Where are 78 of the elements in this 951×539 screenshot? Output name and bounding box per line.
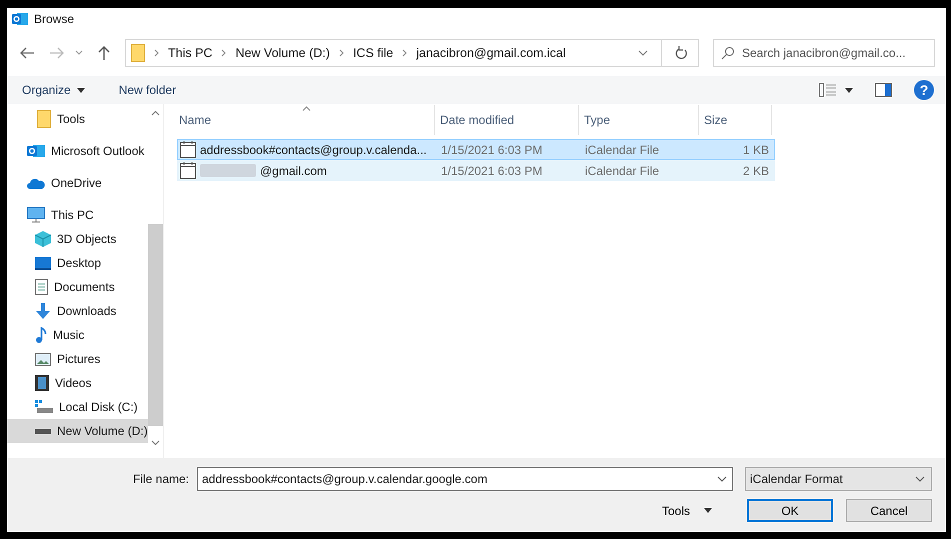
caret-icon[interactable] xyxy=(845,88,853,92)
cube-icon xyxy=(35,231,51,247)
cancel-button[interactable]: Cancel xyxy=(846,499,932,522)
back-arrow-icon[interactable] xyxy=(19,46,35,60)
sidebar-item[interactable]: Music xyxy=(7,323,148,347)
file-name-label: File name: xyxy=(132,472,189,486)
sidebar-item[interactable]: Downloads xyxy=(7,299,148,323)
sidebar-item[interactable]: This PC xyxy=(7,203,148,227)
sidebar-item[interactable]: Videos xyxy=(7,371,148,395)
sidebar-item[interactable]: OneDrive xyxy=(7,171,148,195)
film-icon xyxy=(35,375,49,391)
download-arrow-icon xyxy=(35,303,51,319)
chevron-right-icon xyxy=(338,49,344,57)
type-cell-text: iCalendar File xyxy=(584,164,660,178)
breadcrumb-item[interactable]: This PC xyxy=(168,46,212,60)
breadcrumb-item[interactable]: New Volume (D:) xyxy=(235,46,330,60)
caret-icon xyxy=(704,508,712,513)
sidebar-item[interactable]: Desktop xyxy=(7,251,148,275)
column-header[interactable]: Name xyxy=(177,105,435,135)
file-name-field[interactable]: addressbook#contacts@group.v.calendar.google.com xyxy=(197,467,733,491)
music-note-icon xyxy=(35,327,47,343)
chevron-right-icon xyxy=(154,49,159,57)
ok-button[interactable]: OK xyxy=(747,499,833,522)
chevron-right-icon xyxy=(402,49,408,57)
file-name: @gmail.com xyxy=(260,164,327,178)
breadcrumb-item[interactable]: ICS file xyxy=(352,46,394,60)
file-row[interactable]: addressbook#contacts@group.v.calenda... 1/15/2021 6:03 PM iCalendar File 1 KB xyxy=(177,139,775,160)
sidebar-item[interactable]: Local Disk (C:) xyxy=(7,395,148,419)
help-icon[interactable]: ? xyxy=(914,80,934,100)
file-row[interactable]: @gmail.com 1/15/2021 6:03 PM iCalendar File 2 KB xyxy=(177,160,775,181)
search-field[interactable]: Search janacibron@gmail.co... xyxy=(713,39,935,67)
chevron-right-icon xyxy=(221,49,226,57)
caret-icon xyxy=(76,88,85,92)
column-header[interactable]: Type xyxy=(579,105,699,135)
up-arrow-icon[interactable] xyxy=(97,45,111,61)
scrollbar-thumb[interactable] xyxy=(148,224,163,426)
picture-icon xyxy=(35,352,51,366)
chevron-down-icon[interactable] xyxy=(638,50,648,56)
folder-icon xyxy=(37,110,51,128)
column-header[interactable]: Size xyxy=(699,105,772,135)
desktop-icon xyxy=(35,256,51,270)
disk-drive-icon xyxy=(35,400,53,414)
sidebar-item[interactable]: Pictures xyxy=(7,347,148,371)
breadcrumb-item[interactable]: janacibron@gmail.com.ical xyxy=(416,46,566,60)
chevron-down-icon[interactable] xyxy=(717,476,727,482)
search-icon xyxy=(721,46,735,60)
organize-button[interactable]: Organize xyxy=(15,80,92,100)
sidebar-item[interactable]: Microsoft Outlook xyxy=(7,139,148,163)
chevron-up-icon[interactable] xyxy=(151,110,160,116)
chevron-down-icon[interactable] xyxy=(151,440,160,446)
calendar-file-icon xyxy=(180,141,196,158)
preview-pane-icon[interactable] xyxy=(875,83,892,97)
view-options-icon[interactable] xyxy=(819,83,837,97)
refresh-icon[interactable] xyxy=(675,46,688,60)
calendar-file-icon xyxy=(180,162,196,179)
sidebar-item[interactable]: Documents xyxy=(7,275,148,299)
sidebar-item[interactable]: Tools xyxy=(7,107,148,131)
chevron-down-icon xyxy=(915,476,925,482)
sort-caret-icon xyxy=(302,106,311,111)
size-cell-text: 1 KB xyxy=(742,142,770,156)
file-name: addressbook#contacts@group.v.calenda... xyxy=(200,142,427,156)
type-cell-text: iCalendar File xyxy=(584,142,660,156)
drive-icon xyxy=(35,428,51,434)
address-bar[interactable]: This PC New Volume (D:) ICS file janacibron@gmail.com.ical xyxy=(125,39,699,67)
document-icon xyxy=(35,279,48,295)
size-cell-text: 2 KB xyxy=(742,164,770,178)
file-type-dropdown[interactable]: iCalendar Format xyxy=(745,467,932,491)
new-folder-button[interactable]: New folder xyxy=(112,80,184,100)
column-header[interactable]: Date modified xyxy=(435,105,579,135)
tools-button[interactable]: Tools xyxy=(656,502,718,518)
window-title: Browse xyxy=(34,12,74,26)
sidebar-item[interactable]: New Volume (D:) xyxy=(7,419,148,443)
date-cell-text: 1/15/2021 6:03 PM xyxy=(440,142,544,156)
cloud-icon xyxy=(27,178,45,188)
folder-icon xyxy=(131,44,145,62)
sidebar-item[interactable]: 3D Objects xyxy=(7,227,148,251)
date-cell-text: 1/15/2021 6:03 PM xyxy=(440,164,544,178)
monitor-icon xyxy=(27,207,45,223)
